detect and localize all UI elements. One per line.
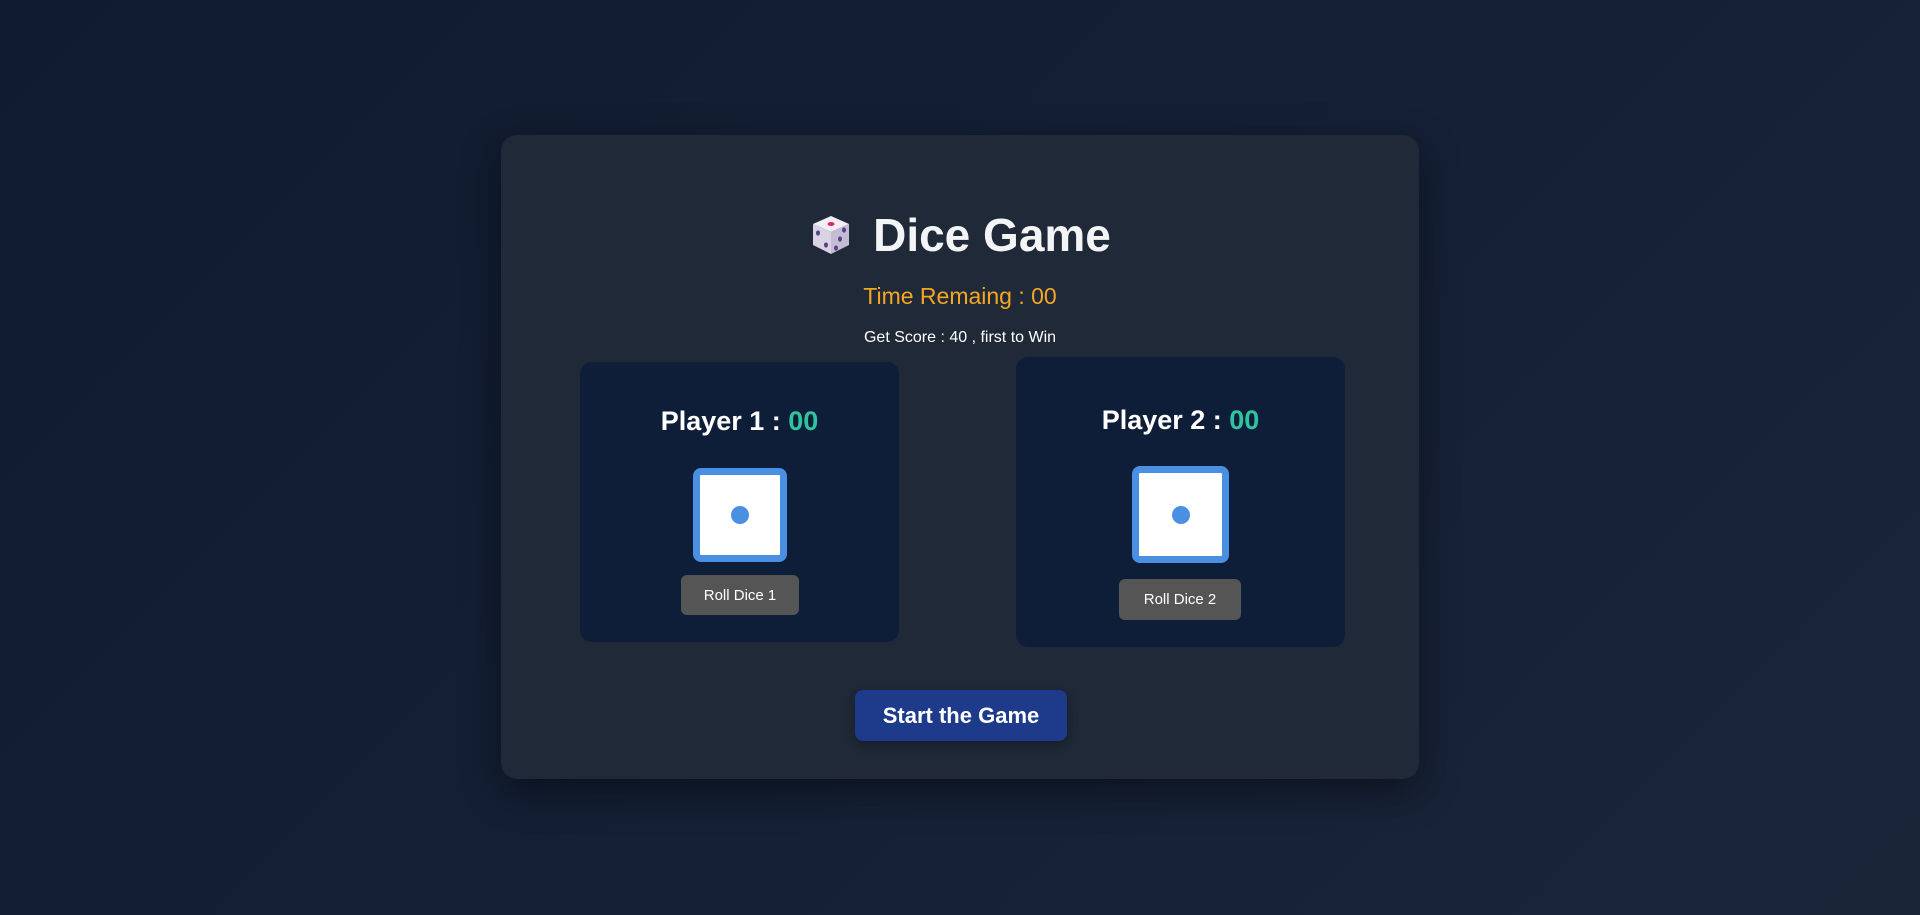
die-pip bbox=[1171, 505, 1190, 524]
roll-dice-2-button[interactable]: Roll Dice 2 bbox=[1119, 579, 1241, 620]
roll-dice-1-button[interactable]: Roll Dice 1 bbox=[681, 575, 799, 615]
player-2-label: Player 2 : bbox=[1101, 405, 1230, 435]
game-die-icon bbox=[809, 213, 853, 257]
player-1-heading: Player 1 : 00 bbox=[580, 406, 899, 437]
die-pip bbox=[731, 506, 749, 524]
start-game-button[interactable]: Start the Game bbox=[855, 690, 1067, 741]
player-2-panel: Player 2 : 00 Roll Dice 2 bbox=[1016, 357, 1345, 647]
win-condition: Get Score : 40 , first to Win bbox=[863, 329, 1057, 346]
player-2-heading: Player 2 : 00 bbox=[1016, 405, 1345, 436]
player-1-panel: Player 1 : 00 Roll Dice 1 bbox=[580, 362, 899, 642]
player-1-score: 00 bbox=[788, 406, 819, 436]
game-card: Dice Game Time Remaing : 00 Get Score : … bbox=[501, 135, 1419, 779]
title-row: Dice Game bbox=[501, 207, 1419, 263]
player-2-die bbox=[1132, 466, 1229, 563]
game-title: Dice Game bbox=[873, 209, 1111, 261]
time-remaining: Time Remaing : 00 bbox=[863, 283, 1057, 309]
player-1-die bbox=[693, 468, 787, 562]
player-2-score: 00 bbox=[1229, 405, 1260, 435]
player-1-label: Player 1 : bbox=[660, 406, 789, 436]
